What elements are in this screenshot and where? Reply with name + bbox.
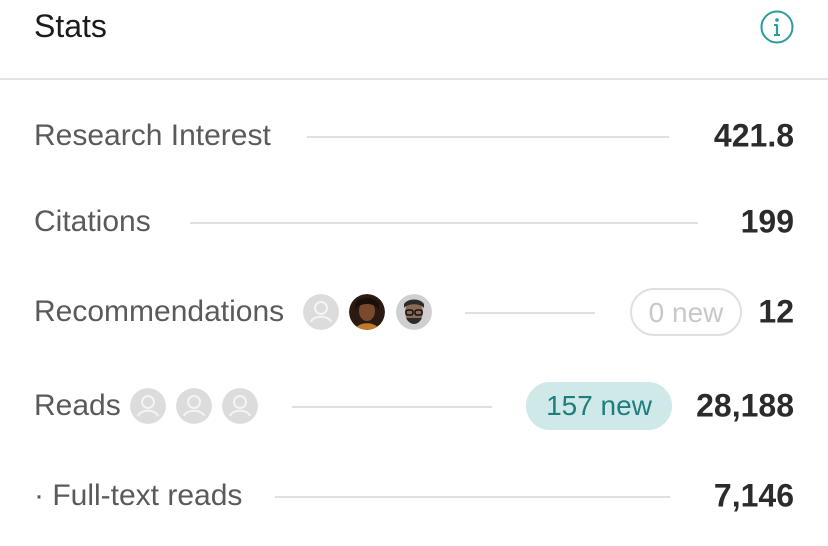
placeholder-avatar[interactable] xyxy=(176,388,212,424)
stats-title: Stats xyxy=(34,8,107,44)
stats-header: Stats xyxy=(0,0,828,80)
recommendations-new-badge: 0 new xyxy=(630,288,742,336)
recommendations-label: Recommendations xyxy=(34,295,285,328)
placeholder-avatar[interactable] xyxy=(222,388,258,424)
full-text-reads-value: 7,146 xyxy=(713,477,794,514)
stat-row-full-text-reads[interactable]: · Full-text reads 7,146 xyxy=(0,466,828,526)
research-interest-value: 421.8 xyxy=(713,117,794,154)
full-text-reads-label: · Full-text reads xyxy=(34,479,243,512)
reads-label: Reads xyxy=(34,389,121,422)
stat-row-recommendations[interactable]: Recommendations 0 new 12 xyxy=(0,282,828,342)
reads-value: 28,188 xyxy=(696,387,794,424)
recommendations-value: 12 xyxy=(758,293,794,330)
stat-row-reads[interactable]: Reads 157 new 28,188 xyxy=(0,376,828,436)
info-icon[interactable] xyxy=(759,9,795,45)
row-divider-line xyxy=(292,406,492,408)
row-divider-line xyxy=(307,136,669,138)
placeholder-avatar[interactable] xyxy=(303,294,339,330)
user-photo-avatar[interactable] xyxy=(396,294,432,330)
citations-label: Citations xyxy=(34,205,151,238)
row-divider-line xyxy=(275,496,670,498)
citations-value: 199 xyxy=(740,203,794,240)
row-divider-line xyxy=(465,312,595,314)
research-interest-label: Research Interest xyxy=(34,119,271,152)
stat-row-citations[interactable]: Citations 199 xyxy=(0,192,828,252)
placeholder-avatar[interactable] xyxy=(130,388,166,424)
row-divider-line xyxy=(190,222,698,224)
reads-new-badge: 157 new xyxy=(526,382,672,430)
stat-row-research-interest[interactable]: Research Interest 421.8 xyxy=(0,106,828,166)
user-photo-avatar[interactable] xyxy=(349,294,385,330)
